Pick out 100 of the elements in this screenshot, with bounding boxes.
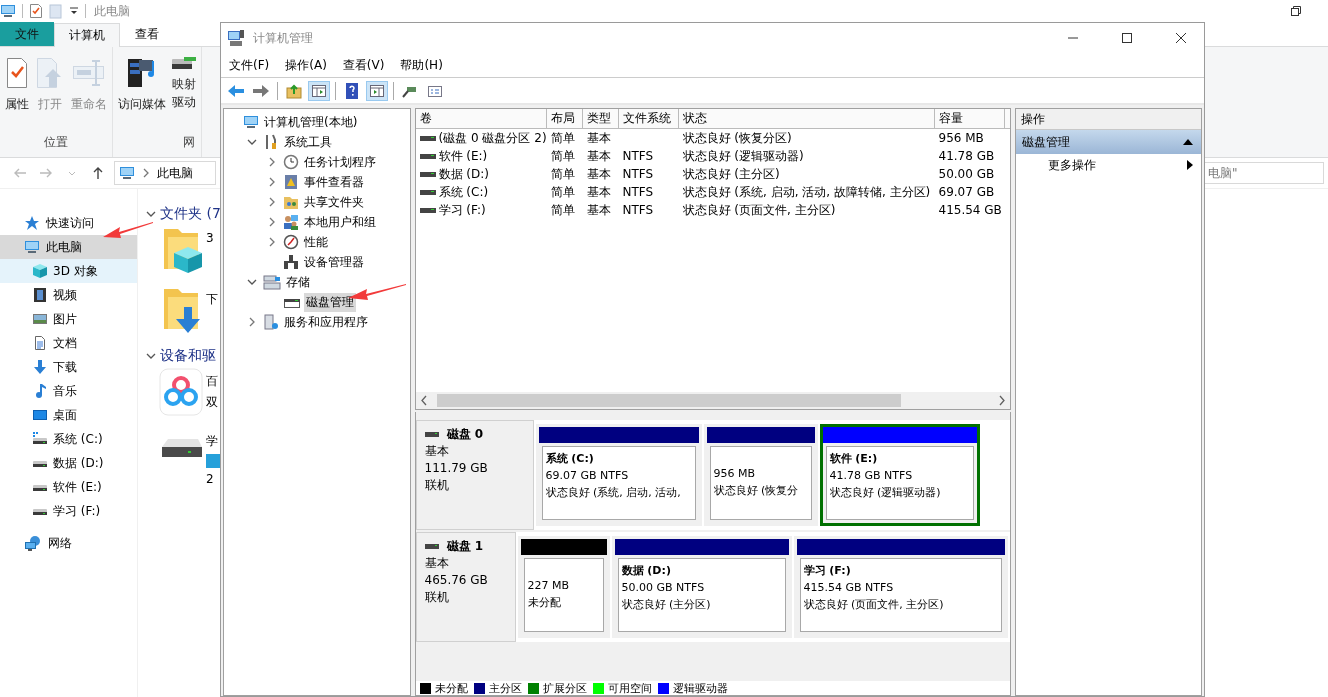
restore-icon[interactable] — [1290, 5, 1302, 17]
ribbon-button[interactable]: 访问媒体 — [117, 55, 167, 115]
group-label: 位置 — [43, 134, 69, 151]
tree-item[interactable]: 事件查看器 — [302, 172, 366, 192]
disk-name: 磁盘 1 — [446, 539, 484, 554]
item-name[interactable]: 下 — [206, 291, 218, 308]
table-cell: 状态良好 (页面文件, 主分区) — [682, 201, 836, 219]
scrollbar-thumb[interactable] — [436, 394, 902, 407]
table-cell: (磁盘 0 磁盘分区 2) — [438, 129, 547, 147]
action-link[interactable]: 更多操作 — [1047, 156, 1096, 174]
partition-title: 系统 (C:) — [545, 451, 594, 466]
nav-item[interactable]: 数据 (D:) — [0, 451, 137, 475]
ribbon-button[interactable]: 属性 — [4, 55, 30, 115]
tree-item[interactable]: 存储 — [284, 272, 312, 292]
table-cell: 学习 (F:) — [438, 201, 486, 219]
actions-header: 操作 — [1015, 109, 1201, 130]
menu-item[interactable]: 帮助(H) — [392, 56, 451, 74]
table-cell: 415.54 GB — [938, 203, 1002, 217]
computer-management-icon — [227, 29, 245, 47]
tree-item[interactable]: 设备管理器 — [302, 252, 366, 272]
nav-item[interactable]: 3D 对象 — [0, 259, 137, 283]
table-cell: 状态良好 (主分区) — [682, 165, 780, 183]
item-name[interactable]: 百 — [206, 373, 218, 390]
partition-size: 69.07 GB NTFS — [545, 469, 629, 482]
users-icon — [283, 214, 299, 230]
partition-title: 学习 (F:) — [803, 563, 851, 578]
tree-item[interactable]: 任务计划程序 — [302, 152, 378, 172]
nav-item[interactable]: 音乐 — [0, 379, 137, 403]
table-cell: 系统 (C:) — [438, 183, 489, 201]
search-field[interactable]: 电脑" — [1204, 162, 1324, 184]
window-title: 计算机管理 — [253, 29, 314, 47]
file-tab[interactable]: 文件 — [0, 22, 54, 46]
nav-item[interactable]: 软件 (E:) — [0, 475, 137, 499]
item-name[interactable]: 学 — [206, 433, 218, 450]
item-name[interactable]: 3 — [206, 231, 214, 245]
actions-section[interactable]: 磁盘管理 — [1015, 130, 1201, 154]
nav-item[interactable]: 此电脑 — [0, 235, 137, 259]
column-header[interactable]: 布局 — [546, 109, 583, 129]
drive-icon — [419, 170, 436, 178]
table-cell: 41.78 GB — [938, 149, 995, 163]
column-header[interactable]: 容量 — [934, 109, 1005, 129]
nav-item[interactable]: 快速访问 — [0, 211, 137, 235]
horizontal-scrollbar[interactable] — [415, 392, 1010, 409]
table-cell: 956 MB — [938, 131, 984, 145]
computer-icon — [0, 3, 16, 19]
table-cell: 50.00 GB — [938, 167, 995, 181]
ribbon-button[interactable]: 映射驱动 — [171, 55, 197, 113]
menu-item[interactable]: 查看(V) — [334, 56, 393, 74]
tree-item[interactable]: 磁盘管理 — [304, 292, 356, 312]
legend-label: 可用空间 — [607, 680, 652, 696]
item-detail: 2 — [206, 472, 214, 486]
app-icon — [158, 367, 204, 417]
ribbon-tab[interactable]: 查看 — [120, 22, 174, 46]
column-header[interactable]: 状态 — [678, 109, 935, 129]
disk-status: 联机 — [424, 590, 450, 605]
nav-item[interactable]: 文档 — [0, 331, 137, 355]
table-cell: NTFS — [622, 185, 654, 199]
partition[interactable]: 数据 (D:) 50.00 GB NTFS 状态良好 (主分区) — [611, 536, 792, 638]
table-cell: 状态良好 (逻辑驱动器) — [682, 147, 804, 165]
menu-item[interactable]: 操作(A) — [277, 56, 335, 74]
nav-item[interactable]: 桌面 — [0, 403, 137, 427]
tree-item[interactable]: 性能 — [302, 232, 330, 252]
nav-item[interactable]: 系统 (C:) — [0, 427, 137, 451]
tree-item[interactable]: 共享文件夹 — [302, 192, 366, 212]
partition[interactable]: 系统 (C:) 69.07 GB NTFS 状态良好 (系统, 启动, 活动, — [535, 424, 702, 526]
console-tree-button[interactable] — [308, 80, 330, 101]
nav-item[interactable]: 学习 (F:) — [0, 499, 137, 523]
menu-item[interactable]: 文件(F) — [221, 56, 278, 74]
tree-item[interactable]: 服务和应用程序 — [282, 312, 370, 332]
column-header[interactable]: 文件系统 — [618, 109, 679, 129]
column-header[interactable]: 类型 — [582, 109, 619, 129]
nav-item[interactable]: 网络 — [0, 531, 137, 555]
partition[interactable]: 软件 (E:) 41.78 GB NTFS 状态良好 (逻辑驱动器) — [819, 424, 980, 526]
partition[interactable]: 学习 (F:) 415.54 GB NTFS 状态良好 (页面文件, 主分区) — [793, 536, 1008, 638]
disk-label[interactable]: 磁盘 1 基本 465.76 GB 联机 — [415, 532, 516, 642]
tree-item[interactable]: 计算机管理(本地) — [262, 112, 360, 132]
tree-item[interactable]: 系统工具 — [282, 132, 334, 152]
film-icon — [32, 287, 48, 303]
partition-status: 状态良好 (系统, 启动, 活动, — [545, 485, 681, 500]
drive-icon — [419, 206, 436, 214]
disk-label[interactable]: 磁盘 0 基本 111.79 GB 联机 — [415, 420, 534, 530]
ribbon-tab[interactable]: 计算机 — [54, 23, 120, 47]
table-cell: NTFS — [622, 167, 654, 181]
rename-icon — [72, 57, 106, 89]
partition-size: 50.00 GB NTFS — [621, 581, 705, 594]
server-icon — [263, 314, 279, 330]
partition[interactable]: 956 MB 状态良好 (恢复分 — [703, 424, 818, 526]
tree-item[interactable]: 本地用户和组 — [302, 212, 378, 232]
computer-icon — [24, 239, 40, 255]
properties-icon[interactable] — [29, 3, 43, 19]
nav-item[interactable]: 下载 — [0, 355, 137, 379]
partition[interactable]: 227 MB 未分配 — [517, 536, 610, 638]
dropdown-icon[interactable] — [69, 6, 79, 16]
nav-item[interactable]: 视频 — [0, 283, 137, 307]
address-bar[interactable]: 此电脑 — [114, 161, 216, 185]
nav-item[interactable]: 图片 — [0, 307, 137, 331]
action-pane-button[interactable] — [366, 80, 388, 101]
column-header[interactable]: 卷 — [415, 109, 547, 129]
network-drive-icon — [172, 57, 196, 69]
annotation-arrow — [103, 220, 153, 240]
